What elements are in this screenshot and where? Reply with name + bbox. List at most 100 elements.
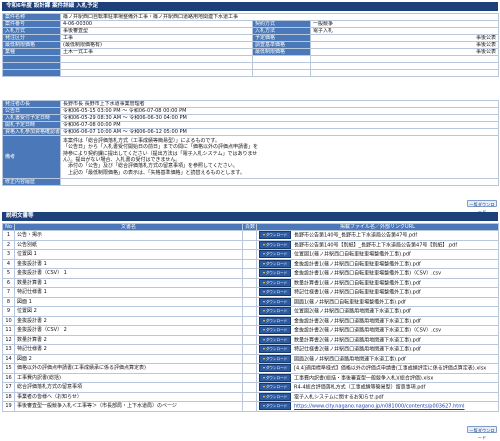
label-bid-method: 入札方式: [2, 27, 61, 35]
download-button[interactable]: ダウンロード: [259, 240, 291, 249]
download-label: ダウンロード: [265, 385, 288, 389]
download-button[interactable]: ダウンロード: [259, 402, 291, 410]
value-confirm-period: 令和06-06-07 10:00 AM 〜 令和06-06-12 05:00 P…: [60, 128, 499, 136]
table-row: 6 数量計算書 1 ダウンロード 数量計算書1(篠ノ井駅西口自転車駐車場整備外工事).…: [2, 277, 499, 288]
list-download-button-top[interactable]: 一覧ダウンロード: [467, 200, 497, 214]
doc-file-cell: ダウンロード 特記仕様書2(篠ノ井駅西口道路用地関連下水道工事).pdf: [256, 344, 499, 355]
file-name[interactable]: [4.4]適用標準様式】価格以外の評価点申請書(工事成績評定に係る評価点算定表)…: [294, 366, 486, 372]
label-survey-price: 調査基準価格: [252, 41, 311, 49]
file-name[interactable]: 数量計算書1(篠ノ井駅西口自転車駐車場整備外工事).pdf: [294, 280, 421, 286]
file-name[interactable]: 金抜設計書2(篠ノ井駅西口道路用地関連下水道工事).pdf: [294, 318, 421, 324]
download-button[interactable]: ダウンロード: [259, 250, 291, 258]
value-bid-form: 電子入札: [309, 27, 500, 35]
doc-pages: [242, 382, 257, 393]
file-name[interactable]: 長野市公告第140号_長野市上下水道局公告第47号.pdf: [294, 233, 417, 239]
doc-file-cell: ダウンロード 長野市公告第140号_長野市上下水道局公告第47号.pdf: [256, 230, 499, 241]
download-button[interactable]: ダウンロード: [259, 354, 291, 363]
file-name[interactable]: 図面1(篠ノ井駅西口自転車駐車場整備外工事).pdf: [294, 299, 406, 305]
doc-no: 10: [2, 315, 15, 326]
empty-cell: [309, 69, 500, 77]
download-arrow-icon: [262, 319, 265, 322]
doc-file-cell: ダウンロード 金抜設計書2(篠ノ井駅西口道路用地関連下水道工事)（CSV）.csv: [256, 325, 499, 336]
label-estimated-price: 予定価格: [252, 34, 311, 42]
doc-pages: [242, 325, 257, 336]
empty-cell: [60, 55, 253, 63]
download-button[interactable]: ダウンロード: [259, 364, 291, 372]
download-button[interactable]: ダウンロード: [259, 335, 291, 344]
download-label: ダウンロード: [265, 337, 288, 342]
doc-no: 13: [2, 344, 15, 355]
download-button[interactable]: ダウンロード: [259, 297, 291, 306]
doc-file-cell: ダウンロード 位置図1(篠ノ井駅西口自転車駐車場整備外工事).pdf: [256, 249, 499, 260]
file-name[interactable]: 図面2(篠ノ井駅西口道路用地関連下水道工事).pdf: [294, 356, 406, 362]
download-button[interactable]: ダウンロード: [259, 288, 291, 296]
label-case-name: 案件名称: [2, 13, 61, 21]
download-button[interactable]: ダウンロード: [259, 259, 291, 268]
file-name[interactable]: 工事費内訳書(総括・事後審査型一般競争入札)(総合評価).xlsx: [294, 375, 433, 381]
doc-no: 5: [2, 268, 15, 279]
download-label: ダウンロード: [265, 290, 288, 294]
download-button[interactable]: ダウンロード: [259, 316, 291, 325]
value-open-date: 令和06-07-08 00:00 PM: [60, 121, 499, 129]
doc-pages: [242, 401, 257, 412]
table-row: 11 金抜設計書（CSV） 2 ダウンロード 金抜設計書2(篠ノ井駅西口道路用地関連下…: [2, 325, 499, 336]
doc-no: 16: [2, 372, 15, 383]
empty-cell: [252, 69, 311, 77]
empty-cell: [309, 55, 500, 63]
notes-line: 上記の「最低制限価格」の表示は、「失格基準価格」と読替えるものとします。: [63, 169, 245, 176]
value-orderer: 長野市長 長野市上下水道事業管理者: [60, 100, 499, 108]
download-button[interactable]: ダウンロード: [259, 383, 291, 391]
download-button[interactable]: ダウンロード: [259, 231, 291, 239]
external-link[interactable]: https://www.city.nagano.nagano.jp/n08100…: [294, 404, 465, 410]
doc-file-cell: ダウンロード 金抜設計書1(篠ノ井駅西口自転車駐車場整備外工事).pdf: [256, 258, 499, 269]
label-minimum-price: 最低制限価格: [2, 41, 61, 49]
empty-cell: [60, 62, 253, 70]
doc-pages: [242, 258, 257, 269]
value-estimated-price: 事後公表: [309, 34, 500, 42]
file-name[interactable]: 位置図1(篠ノ井駅西口自転車駐車場整備外工事).pdf: [294, 252, 411, 258]
doc-no: 15: [2, 363, 15, 374]
file-name[interactable]: 数量計算書2(篠ノ井駅西口道路用地関連下水道工事).pdf: [294, 337, 421, 343]
table-row: 10 金抜設計書 2 ダウンロード 金抜設計書2(篠ノ井駅西口道路用地関連下水道工事)…: [2, 315, 499, 326]
download-button[interactable]: ダウンロード: [259, 392, 291, 401]
download-arrow-icon: [262, 376, 265, 379]
download-button[interactable]: ダウンロード: [259, 278, 291, 287]
doc-pages: [242, 268, 257, 279]
file-name[interactable]: R4-4総合評価落札方式（工事成績等簡易型）留意事項.pdf: [294, 385, 425, 391]
label-case-no: 案件番号: [2, 20, 61, 28]
download-button[interactable]: ダウンロード: [259, 373, 291, 382]
download-button[interactable]: ダウンロード: [259, 307, 291, 315]
file-name[interactable]: 特記仕様書1(篠ノ井駅西口自転車駐車場整備外工事).pdf: [294, 290, 421, 296]
list-download-button-bottom[interactable]: 一覧ダウンロード: [467, 426, 497, 440]
section-title-case-details: 令和6年度 設計課 案件詳細 入札予定: [2, 2, 498, 11]
doc-name: 位置図 2: [14, 306, 243, 317]
download-label: ダウンロード: [265, 366, 288, 370]
download-arrow-icon: [262, 234, 265, 236]
doc-file-cell: ダウンロード 工事費内訳書(総括・事後審査型一般競争入札)(総合評価).xlsx: [256, 372, 499, 383]
file-name[interactable]: 金抜設計書1(篠ノ井駅西口自転車駐車場整備外工事).pdf: [294, 261, 421, 267]
file-name[interactable]: 電子入札システムに関するお知らせ.pdf: [294, 394, 383, 400]
col-header-file: 掲載ファイル名／外部リンクURL: [256, 223, 499, 231]
download-arrow-icon: [262, 262, 265, 265]
file-name[interactable]: 長野市公告第140号【別紙】_長野市上下水道局公告第47号【別紙】.pdf: [294, 242, 457, 248]
doc-name: 図面 2: [14, 353, 243, 364]
doc-name: 数量計算書 2: [14, 334, 243, 345]
download-button[interactable]: ダウンロード: [259, 269, 291, 277]
doc-no: 9: [2, 306, 15, 317]
download-button[interactable]: ダウンロード: [259, 345, 291, 353]
download-arrow-icon: [262, 243, 265, 246]
file-name[interactable]: 位置図2(篠ノ井駅西口道路用地関連下水道工事).pdf: [294, 309, 411, 315]
table-row: 14 図面 2 ダウンロード 図面2(篠ノ井駅西口道路用地関連下水道工事).pdf: [2, 353, 499, 364]
table-row: 8 図面 1 ダウンロード 図面1(篠ノ井駅西口自転車駐車場整備外工事).pdf: [2, 296, 499, 307]
download-arrow-icon: [262, 253, 265, 255]
doc-name: 金抜設計書 2: [14, 315, 243, 326]
empty-cell: [60, 69, 253, 77]
file-name[interactable]: 特記仕様書2(篠ノ井駅西口道路用地関連下水道工事).pdf: [294, 347, 421, 353]
doc-no: 19: [2, 401, 15, 412]
doc-pages: [242, 363, 257, 374]
file-name[interactable]: 金抜設計書1(篠ノ井駅西口自転車駐車場整備外工事)（CSV）.csv: [294, 271, 441, 277]
file-name[interactable]: 金抜設計書2(篠ノ井駅西口道路用地関連下水道工事)（CSV）.csv: [294, 328, 441, 334]
download-label: ダウンロード: [265, 309, 288, 313]
table-row: 4 金抜設計書 1 ダウンロード 金抜設計書1(篠ノ井駅西口自転車駐車場整備外工事).…: [2, 258, 499, 269]
download-button[interactable]: ダウンロード: [259, 326, 291, 334]
